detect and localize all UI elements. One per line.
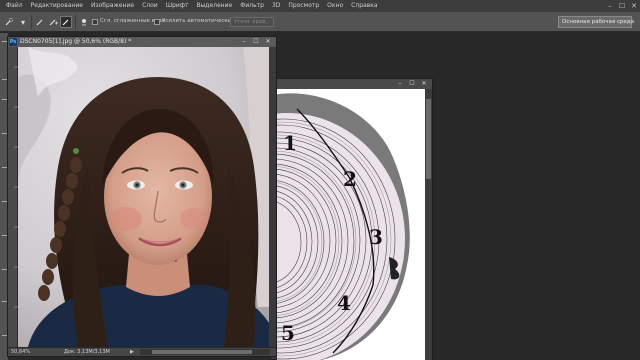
minimize-icon[interactable]: – — [238, 37, 250, 47]
vertical-ruler — [8, 47, 18, 347]
status-menu-arrow-icon[interactable]: ▶ — [130, 349, 134, 355]
new-selection-brush-icon[interactable] — [34, 16, 46, 28]
tool-preset-dropdown-icon[interactable]: ▾ — [17, 16, 29, 28]
sample-all-layers-checkbox[interactable] — [92, 19, 98, 25]
refine-edge-button[interactable]: Уточн. край... — [230, 17, 274, 27]
vertical-scrollbar[interactable] — [425, 89, 432, 360]
menu-filter[interactable]: Фильтр — [236, 0, 268, 12]
workspace-select[interactable]: Основная рабочая среда — [558, 16, 634, 28]
scrollbar-thumb[interactable] — [152, 350, 252, 354]
tree-rings-image — [277, 93, 410, 360]
quick-selection-tool-icon[interactable] — [3, 16, 15, 28]
auto-enhance-checkbox[interactable] — [154, 19, 160, 25]
add-to-selection-brush-icon[interactable] — [47, 16, 59, 28]
menu-select[interactable]: Выделение — [192, 0, 236, 12]
vertical-scrollbar[interactable] — [269, 47, 276, 347]
document-title: DSCN0705[1].jpg @ 50,6% (RGB/8) * — [20, 38, 132, 45]
document-window-photo[interactable]: Ps DSCN0705[1].jpg @ 50,6% (RGB/8) * – ☐… — [7, 36, 277, 357]
zoom-level[interactable]: 50,64% — [11, 349, 30, 355]
maximize-icon[interactable]: ☐ — [250, 37, 262, 47]
menu-view[interactable]: Просмотр — [284, 0, 323, 12]
status-bar: 50,64% Док: 3,13M/3,13M ▶ — [8, 347, 276, 356]
document-titlebar[interactable]: Ps DSCN0705[1].jpg @ 50,6% (RGB/8) * – ☐… — [8, 37, 276, 47]
auto-enhance-label: Усилить автоматически — [162, 18, 232, 24]
ring-label-1: 1 — [283, 131, 297, 155]
maximize-icon[interactable]: ☐ — [406, 79, 418, 89]
menu-image[interactable]: Изображение — [87, 0, 138, 12]
ring-label-3: 3 — [369, 225, 383, 249]
close-icon[interactable]: ✕ — [418, 79, 430, 89]
subtract-from-selection-brush-icon[interactable] — [60, 16, 72, 28]
menu-3d[interactable]: 3D — [268, 0, 284, 12]
menu-type[interactable]: Шрифт — [162, 0, 193, 12]
menu-window[interactable]: Окно — [323, 0, 347, 12]
photoshop-icon: Ps — [9, 38, 17, 46]
tree-rings-canvas[interactable]: 1 2 3 4 5 — [277, 89, 425, 360]
menu-edit[interactable]: Редактирование — [27, 0, 87, 12]
document-size: Док: 3,13M/3,13M — [64, 349, 110, 355]
ring-label-4: 4 — [337, 291, 351, 315]
menu-bar: Файл Редактирование Изображение Слои Шри… — [0, 0, 640, 12]
close-icon[interactable]: ✕ — [262, 37, 274, 47]
minimize-icon[interactable]: – — [604, 0, 616, 12]
ring-label-2: 2 — [343, 167, 357, 191]
brush-picker-icon[interactable] — [78, 16, 90, 28]
document-window-tree-rings[interactable]: – ☐ ✕ 1 2 3 4 5 — [270, 78, 433, 360]
photo-canvas[interactable] — [18, 47, 276, 347]
scrollbar-thumb[interactable] — [426, 99, 431, 179]
menu-help[interactable]: Справка — [347, 0, 381, 12]
minimize-icon[interactable]: – — [394, 79, 406, 89]
menu-layers[interactable]: Слои — [138, 0, 162, 12]
maximize-icon[interactable]: ☐ — [616, 0, 628, 12]
horizontal-scrollbar[interactable] — [140, 349, 270, 355]
app-window-controls: – ☐ ✕ — [604, 0, 640, 12]
document-titlebar[interactable]: – ☐ ✕ — [271, 79, 432, 89]
close-icon[interactable]: ✕ — [628, 0, 640, 12]
portrait-photo — [18, 47, 276, 347]
ring-label-5: 5 — [281, 321, 295, 345]
options-bar: ▾ Сгл. сглаженные края Усилить автоматич… — [0, 12, 640, 32]
menu-file[interactable]: Файл — [0, 0, 27, 12]
